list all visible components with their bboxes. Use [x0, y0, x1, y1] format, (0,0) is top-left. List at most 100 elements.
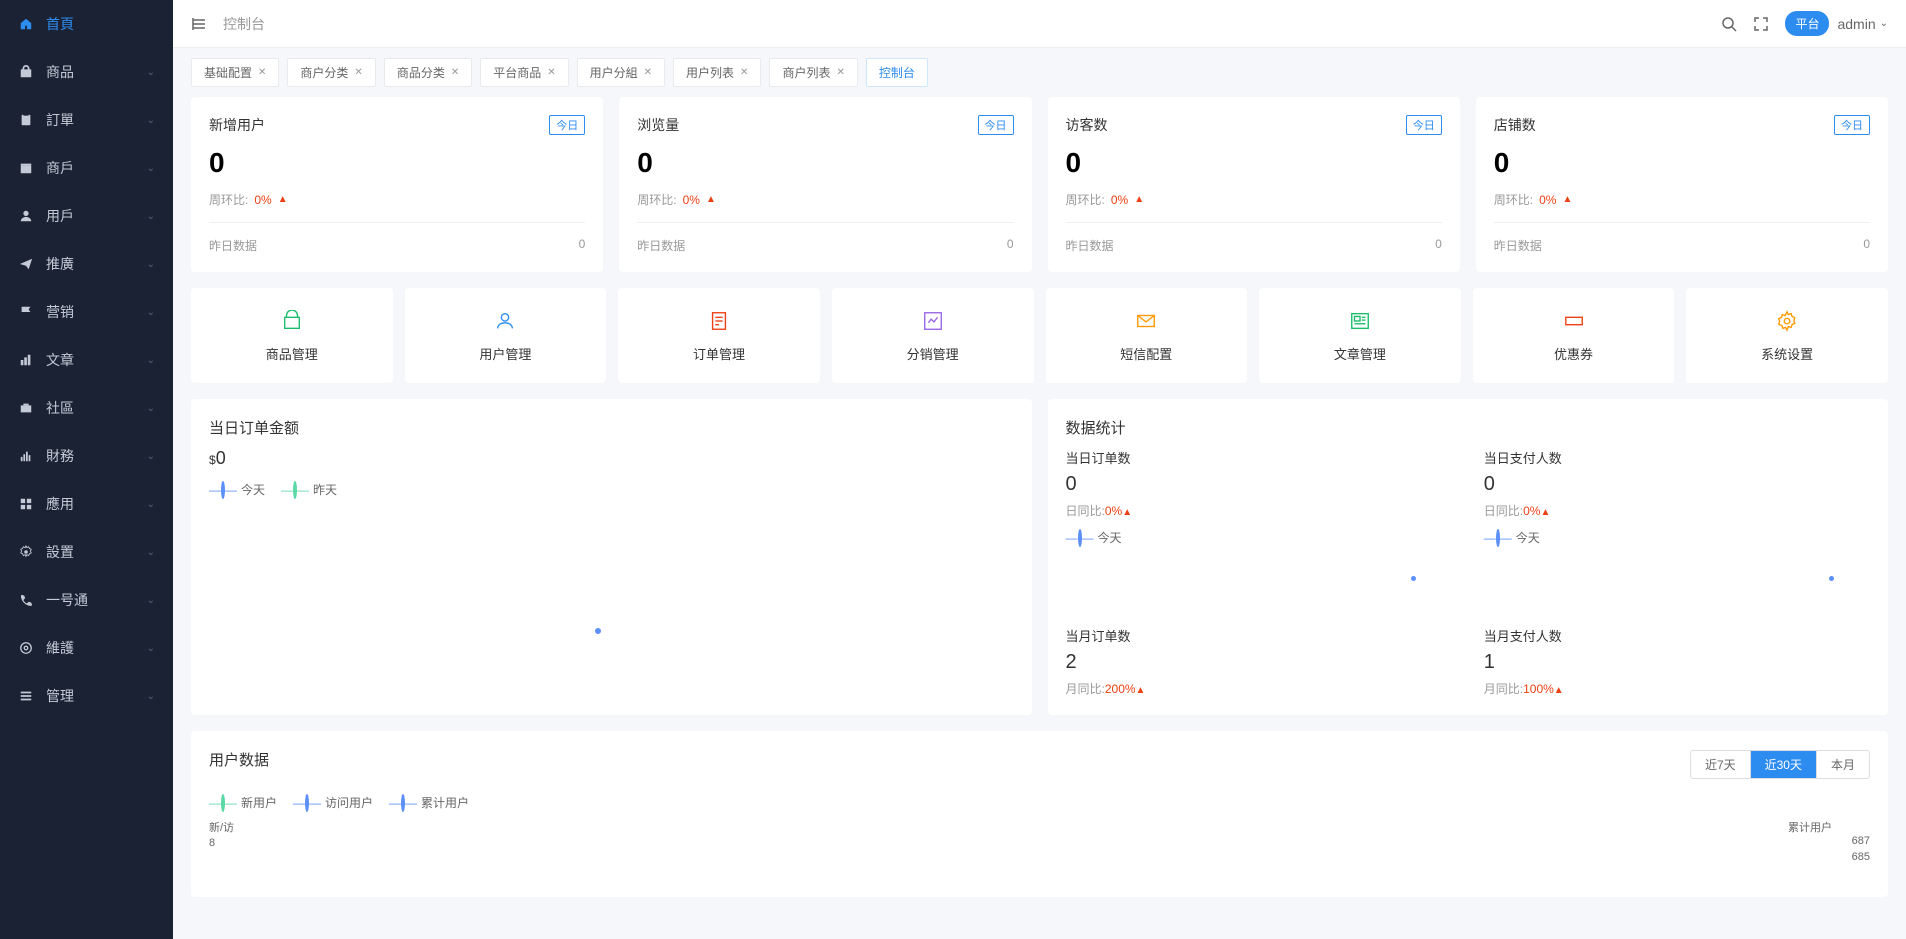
ds-chart — [1066, 554, 1452, 602]
bag-icon — [18, 64, 34, 80]
legend-label: 昨天 — [313, 481, 337, 498]
user-menu[interactable]: admin ⌄ — [1837, 16, 1888, 32]
stat-card: 新增用户 今日 0 周环比:0%▲ 昨日数据0 — [191, 97, 603, 272]
close-icon[interactable]: ✕ — [740, 67, 748, 78]
sidebar-item-grid[interactable]: 應用⌄ — [0, 480, 173, 528]
stat-card: 店铺数 今日 0 周环比:0%▲ 昨日数据0 — [1476, 97, 1888, 272]
close-icon[interactable]: ✕ — [644, 67, 652, 78]
currency: $ — [209, 453, 216, 467]
fullscreen-icon[interactable] — [1753, 16, 1769, 32]
legend-label: 新用户 — [241, 794, 277, 811]
ds-label: 当月支付人数 — [1484, 626, 1870, 645]
quick-link[interactable]: 优惠券 — [1473, 288, 1675, 383]
quick-link[interactable]: 分销管理 — [832, 288, 1034, 383]
close-icon[interactable]: ✕ — [354, 67, 362, 78]
sidebar-item-bag[interactable]: 商品⌄ — [0, 48, 173, 96]
quick-link[interactable]: 文章管理 — [1259, 288, 1461, 383]
quick-link[interactable]: 用户管理 — [405, 288, 607, 383]
sidebar-item-label: 文章 — [46, 350, 74, 370]
tab[interactable]: 控制台 — [866, 58, 928, 87]
order-legend: —— 今天—— 昨天 — [209, 481, 1014, 498]
time-tab[interactable]: 近30天 — [1750, 751, 1816, 778]
quick-link[interactable]: 系统设置 — [1686, 288, 1888, 383]
time-tab[interactable]: 本月 — [1816, 751, 1869, 778]
tab-label: 控制台 — [879, 64, 915, 81]
sidebar-item-clipboard[interactable]: 訂單⌄ — [0, 96, 173, 144]
ds-value: 0 — [1484, 473, 1870, 496]
stat-footer: 昨日数据0 — [637, 223, 1013, 254]
sidebar-item-list[interactable]: 管理⌄ — [0, 672, 173, 720]
mail-icon — [1054, 308, 1240, 334]
sidebar-item-label: 营销 — [46, 302, 74, 322]
sidebar-item-store[interactable]: 商戶⌄ — [0, 144, 173, 192]
ds-label: 当月订单数 — [1066, 626, 1452, 645]
tab[interactable]: 用户列表 ✕ — [673, 58, 761, 87]
chevron-down-icon: ⌄ — [147, 115, 155, 126]
briefcase-icon — [18, 400, 34, 416]
close-icon[interactable]: ✕ — [451, 67, 459, 78]
sidebar-item-stats[interactable]: 財務⌄ — [0, 432, 173, 480]
search-icon[interactable] — [1721, 16, 1737, 32]
stat-card: 访客数 今日 0 周环比:0%▲ 昨日数据0 — [1048, 97, 1460, 272]
tab[interactable]: 用户分組✕ — [577, 58, 665, 87]
ds-label: 当日订单数 — [1066, 448, 1452, 467]
quick-link[interactable]: 短信配置 — [1046, 288, 1248, 383]
time-range-tabs: 近7天近30天本月 — [1690, 750, 1870, 779]
tab[interactable]: 基础配置✕ — [191, 58, 279, 87]
chevron-down-icon: ⌄ — [147, 499, 155, 510]
ticket-icon — [1481, 308, 1667, 334]
ds-value: 2 — [1066, 651, 1452, 674]
platform-badge[interactable]: 平台 — [1785, 11, 1829, 36]
ds-chart — [1484, 554, 1870, 602]
ds-compare: 月同比:200%▲ — [1066, 680, 1452, 697]
user-name: admin — [1837, 16, 1875, 32]
chart-point — [1411, 576, 1416, 581]
sidebar-item-user[interactable]: 用戶⌄ — [0, 192, 173, 240]
stat-footer: 昨日数据0 — [1494, 223, 1870, 254]
stat-badge: 今日 — [1406, 115, 1442, 135]
tab[interactable]: 商户分类✕ — [287, 58, 375, 87]
sidebar-item-briefcase[interactable]: 社區⌄ — [0, 384, 173, 432]
header: 控制台 平台 admin ⌄ — [173, 0, 1906, 48]
tab[interactable]: 商户列表✕ — [769, 58, 857, 87]
order-amount: $0 — [209, 448, 1014, 469]
stat-title: 新增用户 — [209, 115, 265, 135]
sidebar-item-flag[interactable]: 营销 ⌄ — [0, 288, 173, 336]
close-icon[interactable]: ✕ — [258, 67, 266, 78]
tab[interactable]: 商品分类✕ — [384, 58, 472, 87]
tab-label: 用户列表 — [686, 64, 734, 81]
ds-legend: —— 今天 — [1484, 529, 1870, 546]
tab-bar: 基础配置✕商户分类✕商品分类✕平台商品✕用户分組✕用户列表✕商户列表✕控制台 — [173, 48, 1906, 97]
chevron-down-icon: ⌄ — [147, 307, 155, 318]
sidebar-item-paper-plane[interactable]: 推廣⌄ — [0, 240, 173, 288]
legend-label: 今天 — [241, 481, 265, 498]
menu-toggle-icon[interactable] — [191, 16, 207, 32]
legend-item: —— 今天 — [1066, 529, 1122, 546]
content: 新增用户 今日 0 周环比:0%▲ 昨日数据0 浏览量 今日 0 周环比:0%▲… — [173, 97, 1906, 939]
legend-dot-icon — [221, 794, 225, 812]
sidebar-item-label: 維護 — [46, 638, 74, 658]
arrow-up-icon: ▲ — [1134, 194, 1144, 205]
chevron-down-icon: ⌄ — [147, 595, 155, 606]
time-tab[interactable]: 近7天 — [1691, 751, 1750, 778]
close-icon[interactable]: ✕ — [547, 67, 555, 78]
close-icon[interactable]: ✕ — [836, 67, 844, 78]
quick-link[interactable]: 商品管理 — [191, 288, 393, 383]
sidebar-item-gear[interactable]: 設置⌄ — [0, 528, 173, 576]
gear-icon — [18, 544, 34, 560]
sidebar-item-home[interactable]: 首頁 — [0, 0, 173, 48]
axis-tick: 685 — [1852, 851, 1870, 863]
doc-icon — [626, 308, 812, 334]
chevron-down-icon: ⌄ — [147, 403, 155, 414]
sidebar-item-bar-chart[interactable]: 文章 ⌄ — [0, 336, 173, 384]
flag-icon — [18, 304, 34, 320]
bag-icon — [199, 308, 385, 334]
legend-item: —— 昨天 — [281, 481, 337, 498]
sidebar-item-phone[interactable]: 一号通⌄ — [0, 576, 173, 624]
quick-link[interactable]: 订单管理 — [618, 288, 820, 383]
tab[interactable]: 平台商品✕ — [480, 58, 568, 87]
arrow-up-icon: ▲ — [706, 194, 716, 205]
panel-title: 用户数据 — [209, 749, 269, 770]
chevron-down-icon: ⌄ — [147, 355, 155, 366]
sidebar-item-lifebuoy[interactable]: 維護⌄ — [0, 624, 173, 672]
